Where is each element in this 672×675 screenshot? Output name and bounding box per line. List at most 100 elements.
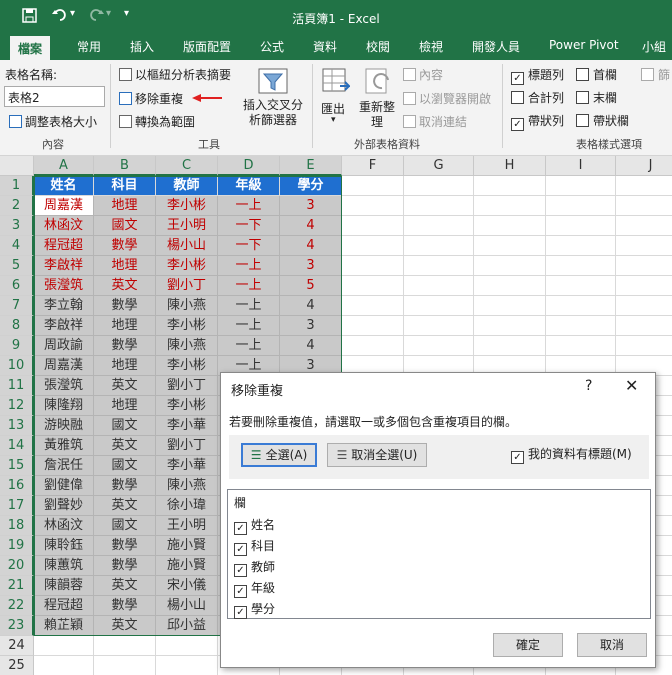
row-header-10[interactable]: 10 xyxy=(0,356,34,376)
table-data-cell[interactable]: 一下 xyxy=(218,216,280,236)
table-data-cell[interactable]: 英文 xyxy=(94,276,156,296)
empty-cell[interactable] xyxy=(546,236,616,256)
table-data-cell[interactable]: 4 xyxy=(280,216,342,236)
empty-cell[interactable] xyxy=(616,296,672,316)
empty-cell[interactable] xyxy=(616,276,672,296)
tab-file[interactable]: 檔案 xyxy=(10,36,51,60)
empty-cell[interactable] xyxy=(342,296,404,316)
column-header-i[interactable]: I xyxy=(546,156,616,176)
table-data-cell[interactable]: 李小華 xyxy=(156,416,218,436)
empty-cell[interactable] xyxy=(616,316,672,336)
empty-cell[interactable] xyxy=(404,216,474,236)
export-dropdown-icon[interactable]: ▾ xyxy=(331,115,336,125)
unlink-button[interactable]: 取消連結 xyxy=(400,112,470,131)
table-data-cell[interactable]: 地理 xyxy=(94,196,156,216)
table-data-cell[interactable]: 國文 xyxy=(94,516,156,536)
table-data-cell[interactable]: 周嘉漢 xyxy=(34,196,94,216)
table-data-cell[interactable]: 程冠超 xyxy=(34,236,94,256)
empty-cell[interactable] xyxy=(474,296,546,316)
empty-cell[interactable] xyxy=(156,636,218,656)
empty-cell[interactable] xyxy=(94,656,156,675)
empty-cell[interactable] xyxy=(546,336,616,356)
row-header-5[interactable]: 5 xyxy=(0,256,34,276)
row-header-17[interactable]: 17 xyxy=(0,496,34,516)
table-data-cell[interactable]: 徐小瑋 xyxy=(156,496,218,516)
empty-cell[interactable] xyxy=(546,296,616,316)
banded-columns-checkbox[interactable]: 帶狀欄 xyxy=(576,112,629,129)
table-header-cell[interactable]: 學分 xyxy=(280,176,342,196)
row-header-19[interactable]: 19 xyxy=(0,536,34,556)
filter-button-checkbox[interactable]: 篩 xyxy=(641,66,670,83)
table-data-cell[interactable]: 楊小山 xyxy=(156,596,218,616)
table-data-cell[interactable]: 陳隆翔 xyxy=(34,396,94,416)
table-data-cell[interactable]: 英文 xyxy=(94,376,156,396)
total-row-checkbox[interactable]: 合計列 xyxy=(511,89,564,106)
row-header-8[interactable]: 8 xyxy=(0,316,34,336)
empty-cell[interactable] xyxy=(474,316,546,336)
row-header-3[interactable]: 3 xyxy=(0,216,34,236)
tab-formulas[interactable]: 公式 xyxy=(260,38,284,55)
table-data-cell[interactable]: 4 xyxy=(280,236,342,256)
column-header-h[interactable]: H xyxy=(474,156,546,176)
empty-cell[interactable] xyxy=(616,256,672,276)
table-data-cell[interactable]: 數學 xyxy=(94,596,156,616)
empty-cell[interactable] xyxy=(404,236,474,256)
row-header-24[interactable]: 24 xyxy=(0,636,34,656)
table-data-cell[interactable]: 數學 xyxy=(94,296,156,316)
table-data-cell[interactable]: 英文 xyxy=(94,496,156,516)
table-data-cell[interactable]: 4 xyxy=(280,296,342,316)
table-data-cell[interactable]: 李啟祥 xyxy=(34,316,94,336)
row-header-13[interactable]: 13 xyxy=(0,416,34,436)
table-data-cell[interactable]: 陳小燕 xyxy=(156,296,218,316)
cancel-button[interactable]: 取消 xyxy=(577,633,647,657)
resize-table-button[interactable]: 調整表格大小 xyxy=(6,112,100,131)
unselect-all-button[interactable]: ☰ 取消全選(U) xyxy=(327,443,427,467)
select-all-button[interactable]: ☰ 全選(A) xyxy=(241,443,317,467)
empty-cell[interactable] xyxy=(616,196,672,216)
table-data-cell[interactable]: 黃雅筑 xyxy=(34,436,94,456)
column-checkbox-item[interactable]: ✓ 姓名 xyxy=(234,516,275,535)
empty-cell[interactable] xyxy=(546,216,616,236)
table-data-cell[interactable]: 一上 xyxy=(218,196,280,216)
table-data-cell[interactable]: 李小彬 xyxy=(156,196,218,216)
table-data-cell[interactable]: 張瀅筑 xyxy=(34,276,94,296)
empty-cell[interactable] xyxy=(342,336,404,356)
column-header-b[interactable]: B xyxy=(94,156,156,176)
tab-power-pivot[interactable]: Power Pivot xyxy=(549,38,619,52)
row-header-1[interactable]: 1 xyxy=(0,176,34,196)
table-data-cell[interactable]: 一下 xyxy=(218,236,280,256)
empty-cell[interactable] xyxy=(546,176,616,196)
row-header-22[interactable]: 22 xyxy=(0,596,34,616)
row-header-21[interactable]: 21 xyxy=(0,576,34,596)
column-checkbox-item[interactable]: ✓ 學分 xyxy=(234,600,275,619)
table-data-cell[interactable]: 王小明 xyxy=(156,516,218,536)
convert-range-button[interactable]: 轉換為範圍 xyxy=(116,112,198,131)
table-data-cell[interactable]: 周政諭 xyxy=(34,336,94,356)
table-header-cell[interactable]: 年級 xyxy=(218,176,280,196)
table-data-cell[interactable]: 國文 xyxy=(94,416,156,436)
open-browser-button[interactable]: 以瀏覽器開啟 xyxy=(400,89,494,108)
table-data-cell[interactable]: 張瀅筑 xyxy=(34,376,94,396)
table-data-cell[interactable]: 賴芷穎 xyxy=(34,616,94,636)
table-data-cell[interactable]: 3 xyxy=(280,196,342,216)
tab-team[interactable]: 小組 xyxy=(642,38,666,55)
empty-cell[interactable] xyxy=(546,276,616,296)
table-name-input[interactable]: 表格2 xyxy=(4,86,105,107)
column-checkbox-item[interactable]: ✓ 科目 xyxy=(234,537,275,556)
row-header-20[interactable]: 20 xyxy=(0,556,34,576)
table-data-cell[interactable]: 劉健偉 xyxy=(34,476,94,496)
external-properties-button[interactable]: 內容 xyxy=(400,65,446,84)
empty-cell[interactable] xyxy=(546,316,616,336)
row-header-15[interactable]: 15 xyxy=(0,456,34,476)
table-data-cell[interactable]: 劉小丁 xyxy=(156,376,218,396)
empty-cell[interactable] xyxy=(156,656,218,675)
row-header-14[interactable]: 14 xyxy=(0,436,34,456)
empty-cell[interactable] xyxy=(404,336,474,356)
column-header-d[interactable]: D xyxy=(218,156,280,176)
empty-cell[interactable] xyxy=(404,256,474,276)
table-data-cell[interactable]: 陳小燕 xyxy=(156,336,218,356)
table-data-cell[interactable]: 施小賢 xyxy=(156,556,218,576)
last-column-checkbox[interactable]: 末欄 xyxy=(576,89,617,106)
table-data-cell[interactable]: 李小彬 xyxy=(156,396,218,416)
table-data-cell[interactable]: 英文 xyxy=(94,576,156,596)
